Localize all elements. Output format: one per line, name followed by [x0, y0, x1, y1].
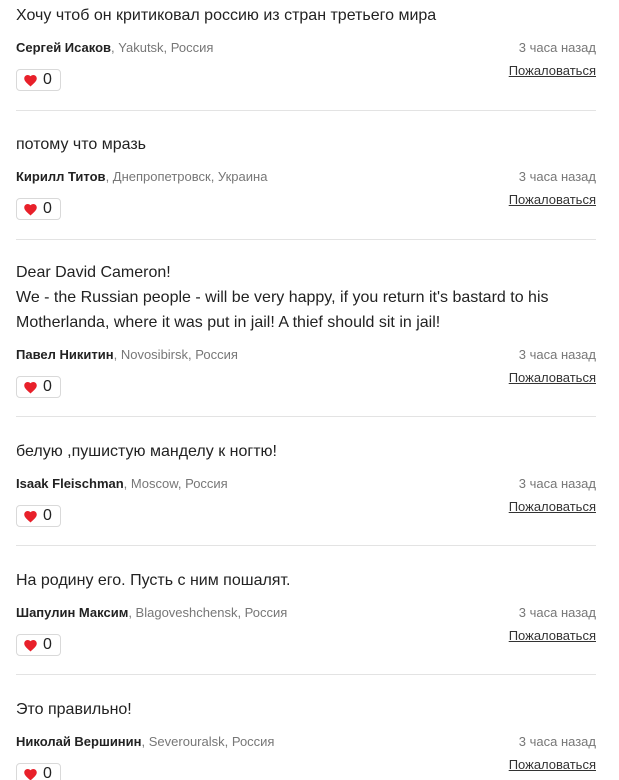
like-count: 0 — [43, 507, 52, 524]
comment-text: потому что мразь — [16, 136, 146, 153]
like-button[interactable]: 0 — [16, 763, 61, 780]
author-location-separator: , — [113, 347, 121, 362]
author-location: Днепропетровск, Украина — [112, 169, 268, 184]
author-location: Severouralsk, Россия — [148, 734, 275, 749]
heart-icon — [23, 380, 38, 394]
author-name[interactable]: Шапулин Максим — [16, 605, 128, 620]
author-name[interactable]: Павел Никитин — [16, 347, 114, 362]
author-location-separator: , — [123, 476, 131, 491]
heart-icon — [23, 73, 38, 87]
divider — [16, 416, 596, 417]
comment-meta: Isaak Fleischman, Moscow, Россия 3 часа … — [16, 475, 596, 493]
divider — [16, 674, 596, 675]
comment-meta: Николай Вершинин, Severouralsk, Россия 3… — [16, 733, 596, 751]
report-link[interactable]: Пожаловаться — [509, 369, 596, 387]
report-link[interactable]: Пожаловаться — [509, 627, 596, 645]
like-button[interactable]: 0 — [16, 376, 61, 398]
author-location: Moscow, Россия — [130, 476, 228, 491]
like-count: 0 — [43, 200, 52, 217]
heart-icon — [23, 202, 38, 216]
author-name[interactable]: Николай Вершинин — [16, 734, 142, 749]
comment-time: 3 часа назад — [518, 734, 596, 749]
comment-actions: 0 Пожаловаться — [16, 370, 596, 400]
comment-item: Dear David Cameron! We - the Russian peo… — [16, 260, 596, 400]
comment-actions: 0 Пожаловаться — [16, 628, 596, 658]
author-location-separator: , — [128, 605, 136, 620]
comment-actions: 0 Пожаловаться — [16, 63, 596, 93]
comment-text: белую ,пушистую манделу к ногтю! — [16, 443, 277, 460]
like-count: 0 — [43, 636, 52, 653]
divider — [16, 545, 596, 546]
comment-item: На родину его. Пусть с ним пошалят. Шапу… — [16, 568, 596, 658]
author-name[interactable]: Кирилл Титов — [16, 169, 106, 184]
like-button[interactable]: 0 — [16, 198, 61, 220]
comment-text: Хочу чтоб он критиковал россию из стран … — [16, 7, 437, 24]
author-name[interactable]: Isaak Fleischman — [16, 476, 124, 491]
comment-item: Это правильно! Николай Вершинин, Severou… — [16, 697, 596, 780]
comment-actions: 0 Пожаловаться — [16, 499, 596, 529]
comment-time: 3 часа назад — [518, 169, 596, 184]
heart-icon — [23, 638, 38, 652]
heart-icon — [23, 767, 38, 780]
comment-list: Хочу чтоб он критиковал россию из стран … — [0, 0, 619, 780]
author-location: Yakutsk, Россия — [118, 40, 214, 55]
comment-time: 3 часа назад — [518, 476, 596, 491]
comment-item: белую ,пушистую манделу к ногтю! Isaak F… — [16, 439, 596, 529]
comment-time: 3 часа назад — [518, 347, 596, 362]
report-link[interactable]: Пожаловаться — [509, 498, 596, 516]
comment-text: Dear David Cameron! We - the Russian peo… — [16, 264, 549, 331]
like-count: 0 — [43, 765, 52, 780]
comment-item: Хочу чтоб он критиковал россию из стран … — [16, 3, 596, 93]
comment-time: 3 часа назад — [518, 40, 596, 55]
report-link[interactable]: Пожаловаться — [509, 62, 596, 80]
comment-meta: Сергей Исаков, Yakutsk, Россия 3 часа на… — [16, 39, 596, 57]
author-name[interactable]: Сергей Исаков — [16, 40, 111, 55]
author-location: Novosibirsk, Россия — [120, 347, 238, 362]
report-link[interactable]: Пожаловаться — [509, 191, 596, 209]
comment-text: Это правильно! — [16, 701, 132, 718]
like-count: 0 — [43, 378, 52, 395]
report-link[interactable]: Пожаловаться — [509, 756, 596, 774]
author-location-separator: , — [105, 169, 113, 184]
comment-actions: 0 Пожаловаться — [16, 192, 596, 222]
like-button[interactable]: 0 — [16, 505, 61, 527]
divider — [16, 110, 596, 111]
comment-item: потому что мразь Кирилл Титов, Днепропет… — [16, 132, 596, 222]
author-location: Blagoveshchensk, Россия — [135, 605, 288, 620]
comment-time: 3 часа назад — [518, 605, 596, 620]
comment-text: На родину его. Пусть с ним пошалят. — [16, 572, 291, 589]
divider — [16, 239, 596, 240]
author-location-separator: , — [141, 734, 149, 749]
comment-meta: Кирилл Титов, Днепропетровск, Украина 3 … — [16, 168, 596, 186]
like-button[interactable]: 0 — [16, 634, 61, 656]
comment-meta: Павел Никитин, Novosibirsk, Россия 3 час… — [16, 346, 596, 364]
comment-meta: Шапулин Максим, Blagoveshchensk, Россия … — [16, 604, 596, 622]
comment-actions: 0 Пожаловаться — [16, 757, 596, 780]
like-button[interactable]: 0 — [16, 69, 61, 91]
heart-icon — [23, 509, 38, 523]
like-count: 0 — [43, 71, 52, 88]
